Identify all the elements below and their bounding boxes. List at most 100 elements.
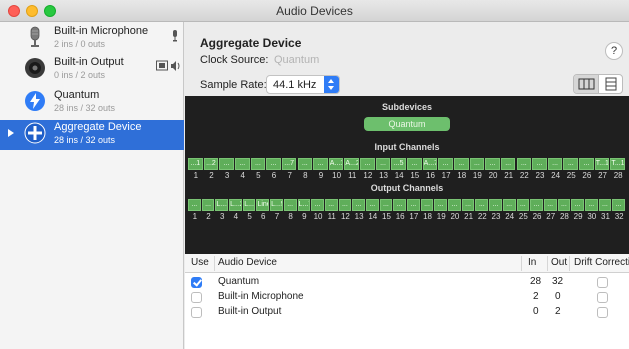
view-mode-control[interactable] — [573, 74, 623, 94]
output-channel-number: 9 — [302, 212, 307, 221]
device-title: Aggregate Device — [200, 36, 302, 50]
input-channel-number: 22 — [519, 171, 529, 180]
column-in[interactable]: In — [528, 257, 536, 268]
input-channel-16[interactable]: A...7 — [422, 158, 438, 170]
output-channel-18[interactable]: ... — [420, 199, 434, 211]
output-channel-16[interactable]: ... — [393, 199, 406, 211]
input-channel-21[interactable]: ... — [500, 158, 516, 170]
input-channel-1[interactable]: ...1 — [188, 158, 203, 170]
use-checkbox[interactable] — [191, 292, 202, 303]
input-channel-26[interactable]: ... — [579, 158, 594, 170]
list-view-button[interactable] — [599, 75, 622, 93]
input-channel-12[interactable]: ... — [360, 158, 375, 170]
output-channel-31[interactable]: ... — [598, 199, 612, 211]
input-channel-22[interactable]: ... — [516, 158, 532, 170]
output-channel-number: 2 — [206, 212, 211, 221]
input-channel-9[interactable]: ... — [313, 158, 328, 170]
output-channel-21[interactable]: ... — [461, 199, 475, 211]
input-channel-25[interactable]: ... — [563, 158, 579, 170]
input-channel-5[interactable]: ... — [250, 158, 266, 170]
drift-correction-checkbox[interactable] — [597, 307, 608, 318]
sidebar-item-aggregate-device[interactable]: Aggregate Device 28 ins / 32 outs — [0, 120, 184, 150]
output-channel-9[interactable]: L...7 — [297, 199, 311, 211]
output-channel-20[interactable]: ... — [448, 199, 461, 211]
output-channel-22[interactable]: ... — [475, 199, 489, 211]
sample-rate-select[interactable]: 44.1 kHz — [266, 75, 340, 94]
output-channel-12[interactable]: ... — [338, 199, 352, 211]
input-channel-3[interactable]: ... — [219, 158, 234, 170]
output-channel-27[interactable]: ... — [543, 199, 557, 211]
output-channel-4[interactable]: L...2 — [229, 199, 242, 211]
input-channel-number: 15 — [410, 171, 420, 180]
output-channel-number: 14 — [368, 212, 378, 221]
input-channel-10[interactable]: A...1 — [328, 158, 344, 170]
input-channel-15[interactable]: ... — [407, 158, 422, 170]
use-checkbox[interactable] — [191, 277, 202, 288]
disclosure-triangle-icon[interactable] — [8, 129, 14, 137]
help-button[interactable]: ? — [605, 42, 623, 60]
output-channel-30[interactable]: ... — [584, 199, 598, 211]
use-checkbox[interactable] — [191, 307, 202, 318]
sidebar-item-built-in-microphone[interactable]: Built-in Microphone 2 ins / 0 outs — [0, 24, 184, 54]
output-channel-32[interactable]: ... — [612, 199, 625, 211]
output-channel-8[interactable]: ... — [283, 199, 297, 211]
input-channel-13[interactable]: ... — [375, 158, 391, 170]
input-channel-4[interactable]: ... — [234, 158, 250, 170]
column-out[interactable]: Out — [551, 257, 567, 268]
sidebar-item-built-in-output[interactable]: Built-in Output 0 ins / 2 outs — [0, 55, 184, 85]
input-channel-number: 3 — [224, 171, 230, 180]
input-channel-28[interactable]: T...1 — [610, 158, 625, 170]
input-channel-18[interactable]: ... — [453, 158, 469, 170]
column-audio-device[interactable]: Audio Device — [218, 257, 277, 268]
output-channel-5[interactable]: L... — [242, 199, 256, 211]
output-channel-23[interactable]: ... — [489, 199, 502, 211]
input-channel-19[interactable]: ... — [469, 158, 485, 170]
subdevice-quantum[interactable]: Quantum — [364, 117, 450, 131]
device-channels: 28 ins / 32 outs — [54, 135, 116, 145]
drift-correction-checkbox[interactable] — [597, 277, 608, 288]
input-channel-number: 25 — [566, 171, 576, 180]
output-channel-24[interactable]: ... — [502, 199, 516, 211]
output-channel-17[interactable]: ... — [407, 199, 420, 211]
output-channel-14[interactable]: ... — [365, 199, 379, 211]
table-row[interactable]: Built-in Microphone 2 0 — [185, 290, 629, 305]
input-channel-14[interactable]: ...5 — [391, 158, 406, 170]
input-channel-24[interactable]: ... — [547, 158, 563, 170]
output-channel-26[interactable]: ... — [530, 199, 543, 211]
output-channel-6[interactable]: Line Out 4 — [256, 199, 270, 211]
input-channel-20[interactable]: ... — [485, 158, 500, 170]
sidebar-item-quantum[interactable]: Quantum 28 ins / 32 outs — [0, 88, 184, 118]
output-channel-3[interactable]: L...1 — [215, 199, 229, 211]
input-channel-number: 1 — [193, 171, 199, 180]
input-channel-27[interactable]: T...1 — [594, 158, 610, 170]
input-channel-6[interactable]: ... — [266, 158, 281, 170]
output-channel-13[interactable]: ... — [352, 199, 365, 211]
input-channel-8[interactable]: ... — [297, 158, 313, 170]
output-channel-2[interactable]: ... — [201, 199, 215, 211]
input-channel-11[interactable]: A...2 — [344, 158, 360, 170]
input-channel-7[interactable]: ...7 — [281, 158, 297, 170]
output-channel-10[interactable]: ... — [311, 199, 324, 211]
output-channel-1[interactable]: ... — [188, 199, 201, 211]
clock-source-value[interactable]: Quantum — [274, 54, 319, 66]
output-channel-7[interactable]: L...5 — [270, 199, 283, 211]
table-row[interactable]: Quantum 28 32 — [185, 275, 629, 290]
output-channel-29[interactable]: ... — [571, 199, 584, 211]
drift-correction-checkbox[interactable] — [597, 292, 608, 303]
input-channel-17[interactable]: ... — [438, 158, 453, 170]
output-channel-number: 19 — [436, 212, 446, 221]
input-channel-2[interactable]: ...2 — [203, 158, 219, 170]
output-channel-number: 20 — [450, 212, 460, 221]
output-channel-28[interactable]: ... — [557, 199, 571, 211]
input-channel-23[interactable]: ... — [532, 158, 547, 170]
grid-view-button[interactable] — [574, 75, 599, 93]
column-drift-correction[interactable]: Drift Correction — [574, 257, 629, 268]
output-channel-25[interactable]: ... — [516, 199, 530, 211]
output-channel-15[interactable]: ... — [379, 199, 393, 211]
column-use[interactable]: Use — [191, 257, 209, 268]
output-channel-19[interactable]: ... — [434, 199, 448, 211]
input-channel-number: 21 — [504, 171, 514, 180]
output-channel-number: 13 — [354, 212, 364, 221]
table-row[interactable]: Built-in Output 0 2 — [185, 305, 629, 320]
output-channel-11[interactable]: ... — [324, 199, 338, 211]
